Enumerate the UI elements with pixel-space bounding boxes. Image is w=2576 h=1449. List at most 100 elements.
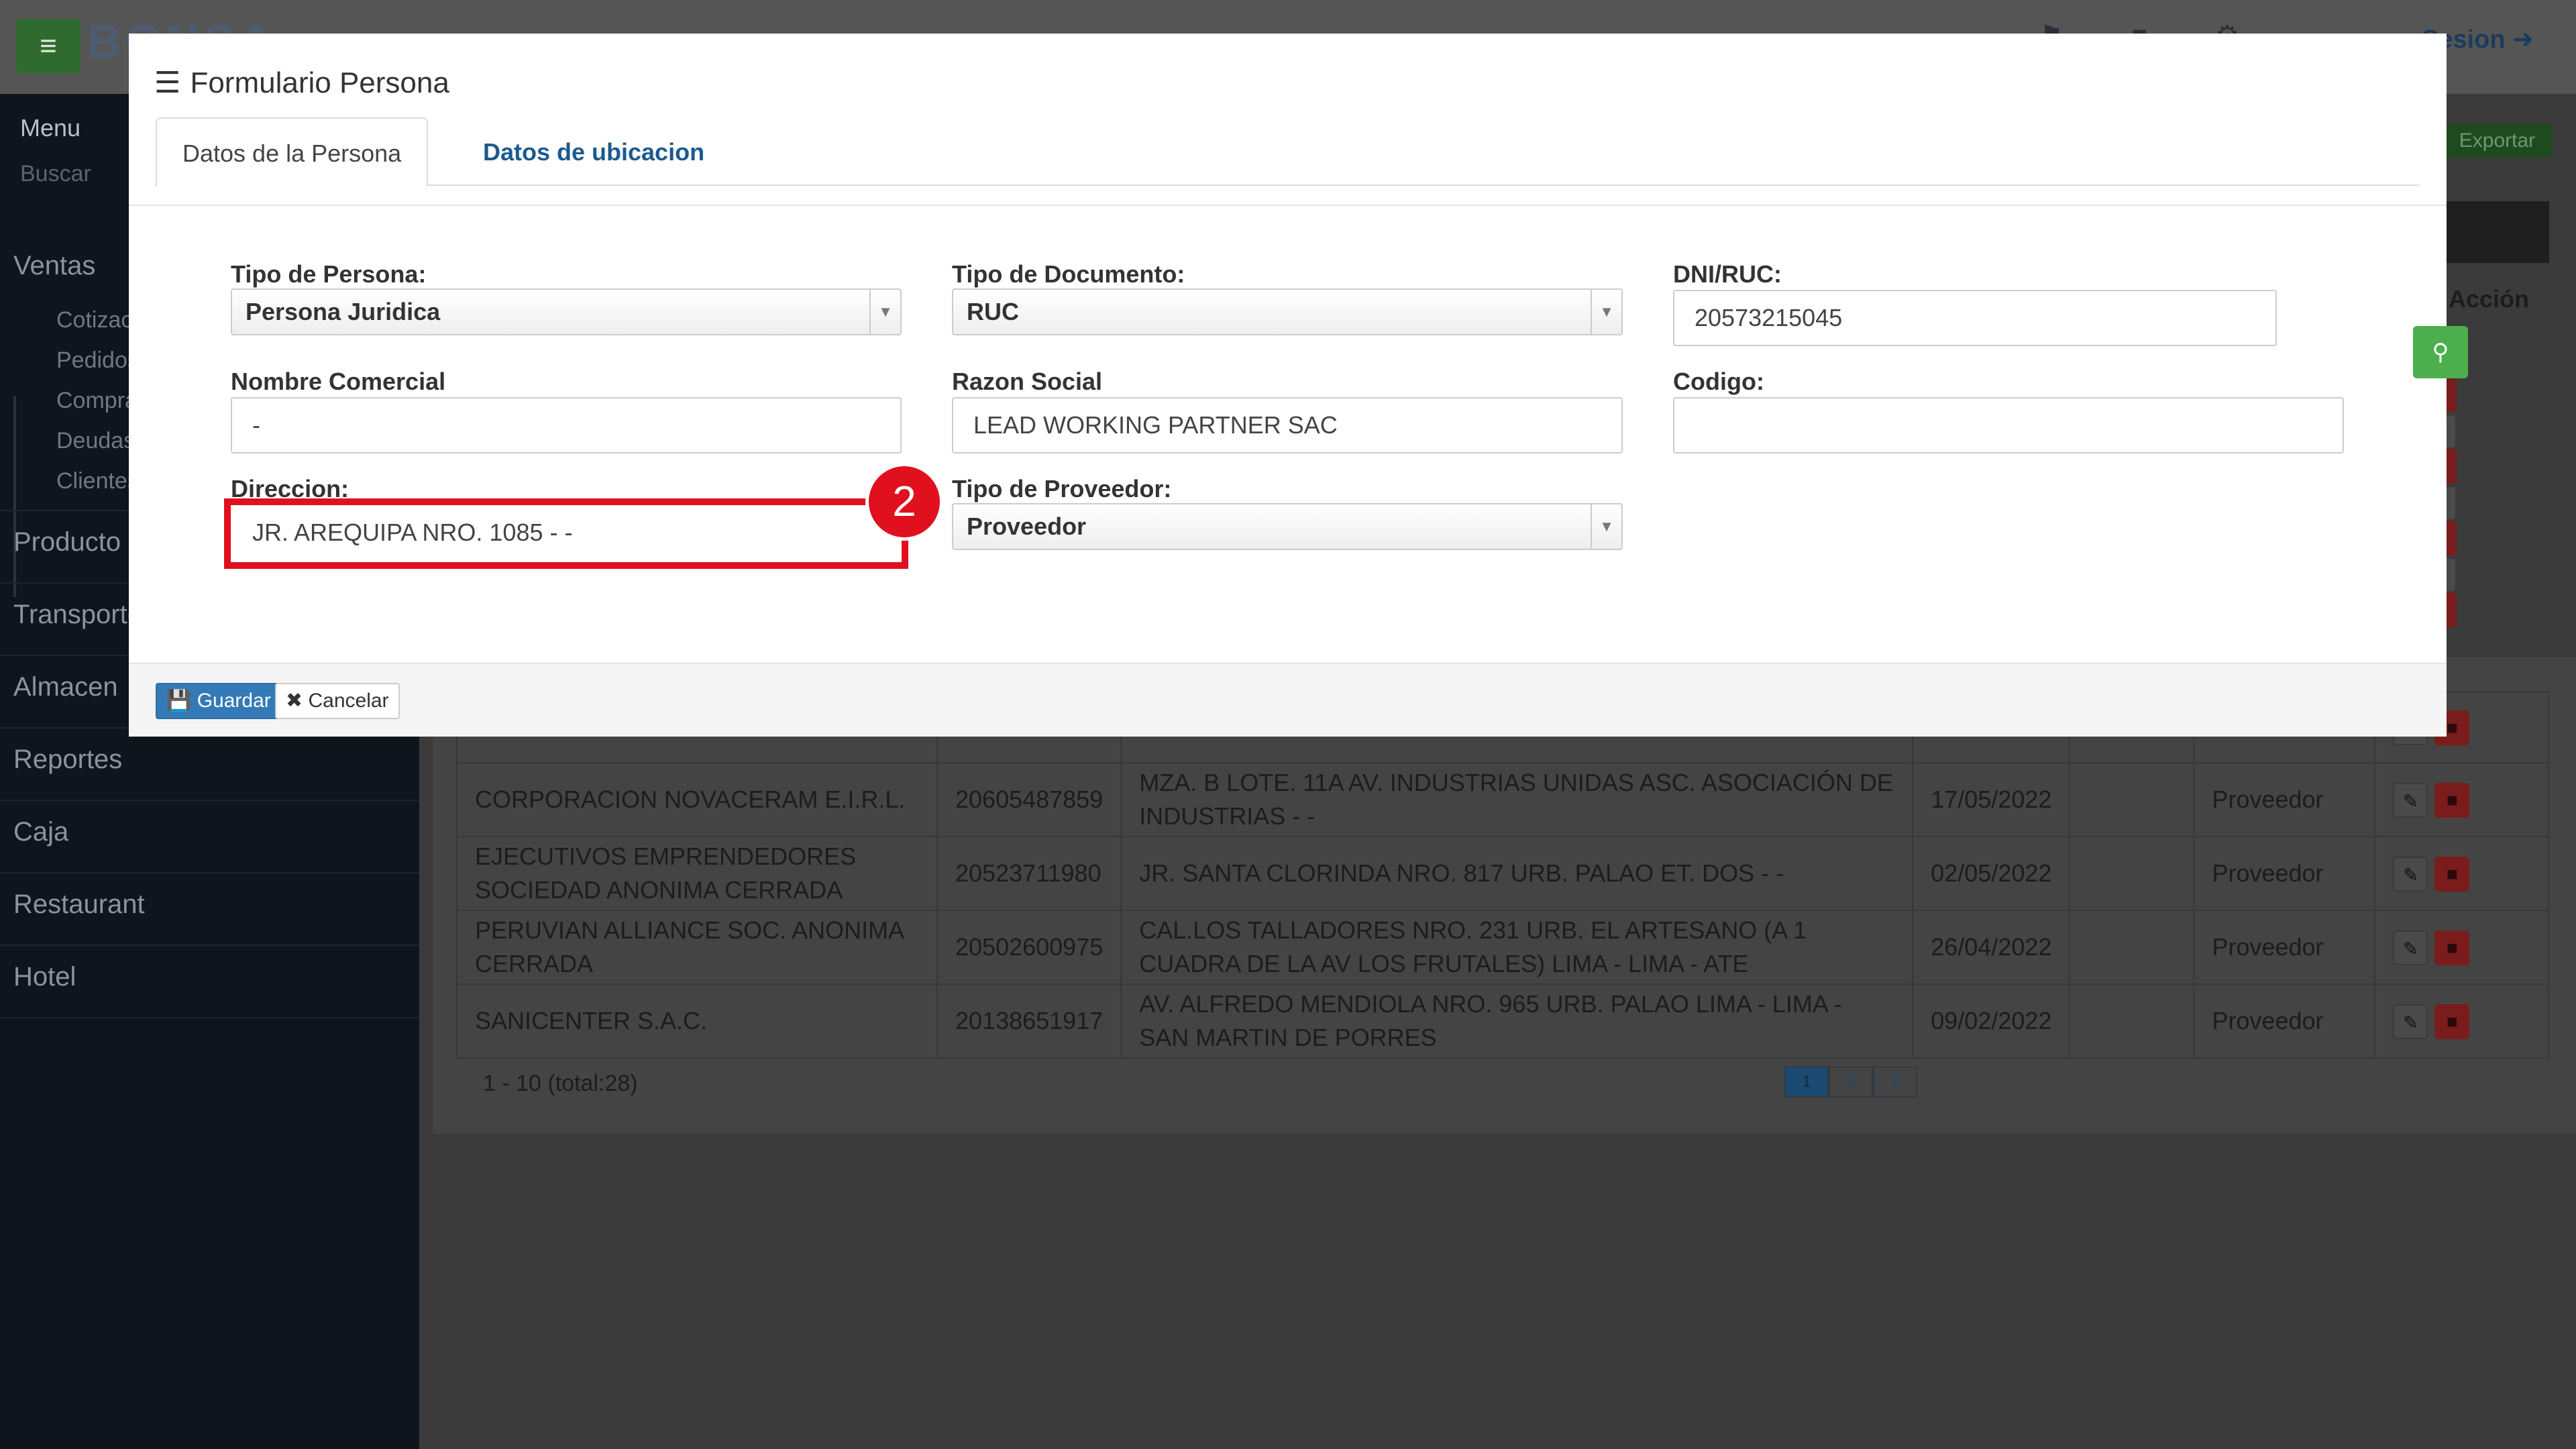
sidebar-item-hotel[interactable]: Hotel [13,962,76,992]
dni-ruc-input[interactable] [1673,290,2277,346]
cell-empty [2069,983,2195,1059]
chevron-down-icon: ▼ [1591,290,1621,334]
sidebar-subitem-deudas[interactable]: Deudas [56,428,135,454]
cell-empty [2069,910,2195,985]
sidebar-search-input[interactable]: Buscar [20,161,91,187]
tab-datos-persona[interactable]: Datos de la Persona [156,117,429,187]
cell-date: 17/05/2022 [1912,762,2071,837]
edit-icon[interactable]: ✎ [2393,856,2428,892]
sidebar-item-caja[interactable]: Caja [13,817,68,847]
edit-icon[interactable]: ✎ [2393,782,2428,818]
sidebar-item-restaurant[interactable]: Restaurant [13,890,145,920]
codigo-input[interactable] [1673,397,2344,453]
cell-type: Proveedor [2193,983,2376,1059]
hamburger-icon: ≡ [40,30,57,62]
nombre-comercial-label: Nombre Comercial [231,368,446,395]
action-column-header: Acción [2449,285,2530,313]
tipo-documento-value: RUC [967,298,1019,325]
sidebar-menu-title: Menu [20,114,81,142]
tab-datos-ubicacion[interactable]: Datos de ubicacion [458,117,730,187]
table-row: SANICENTER S.A.C. 20138651917 AV. ALFREDO … [456,983,2549,1059]
cell-address: CAL.LOS TALLADORES NRO. 231 URB. EL ARTE… [1120,910,1914,985]
pagination-info: 1 - 10 (total:28) [483,1071,638,1096]
sidebar-divider [0,945,419,946]
razon-social-input[interactable] [952,397,1623,453]
edit-icon[interactable]: ✎ [2393,930,2428,965]
sidebar-subitem-pedidos[interactable]: Pedidos [56,347,139,374]
chevron-down-icon: ▼ [869,290,900,334]
cancel-button[interactable]: ✖ Cancelar [275,683,400,719]
sidebar-item-reportes[interactable]: Reportes [13,745,122,775]
razon-social-label: Razon Social [952,368,1103,395]
providers-table: ESTHEFANIE10478445640- -23/05/2022Provee… [456,691,2549,1059]
cell-date: 09/02/2022 [1912,983,2071,1059]
table-row: CORPORACION NOVACERAM E.I.R.L. 2060548785… [456,762,2549,837]
close-icon: ✖ [286,690,303,712]
cell-empty [2069,762,2195,837]
dni-ruc-label: DNI/RUC: [1673,260,1782,288]
tipo-persona-select[interactable]: Persona Juridica ▼ [231,288,902,335]
sidebar-divider [0,1017,419,1018]
cell-address: MZA. B LOTE. 11A AV. INDUSTRIAS UNIDAS A… [1120,762,1914,837]
modal-footer [129,664,2447,737]
nombre-comercial-input[interactable] [231,397,902,453]
chevron-down-icon: ▼ [1591,504,1621,549]
export-label: Exportar [2459,129,2536,152]
modal-title: ☰ Formulario Persona [154,66,449,100]
table-row: EJECUTIVOS EMPRENDEDORES SOCIEDAD ANONIM… [456,836,2549,911]
tipo-documento-label: Tipo de Documento: [952,260,1185,288]
modal-title-text: Formulario Persona [190,66,449,99]
delete-icon[interactable]: ■ [2434,930,2470,965]
sidebar-divider [0,800,419,801]
page-button[interactable]: 2 [1829,1067,1873,1097]
cell-document: 20502600975 [936,910,1122,985]
cell-name: CORPORACION NOVACERAM E.I.R.L. [456,762,938,837]
cell-name: SANICENTER S.A.C. [456,983,938,1059]
tipo-persona-label: Tipo de Persona: [231,260,427,288]
cell-date: 26/04/2022 [1912,910,2071,985]
cell-document: 20605487859 [936,762,1122,837]
page-button[interactable]: 3 [1873,1067,1917,1097]
sidebar-item-transporte[interactable]: Transporte [13,600,142,630]
submenu-line [13,396,16,597]
tab-bar: Datos de la Persona Datos de ubicacion [156,117,2420,187]
codigo-label: Codigo: [1673,368,1764,395]
cancel-label: Cancelar [308,690,389,712]
cell-actions: ✎■ [2374,762,2549,837]
cell-document: 20138651917 [936,983,1122,1059]
sidebar-subitem-clientes[interactable]: Clientes [56,468,139,494]
cell-type: Proveedor [2193,910,2376,985]
cell-document: 20523711980 [936,836,1122,911]
sidebar-item-ventas[interactable]: Ventas [13,251,95,281]
tipo-proveedor-select[interactable]: Proveedor ▼ [952,503,1623,550]
sidebar-item-producto[interactable]: Producto [13,527,121,557]
delete-icon[interactable]: ■ [2434,856,2470,892]
cell-name: PERUVIAN ALLIANCE SOC. ANONIMA CERRADA [456,910,938,985]
page-button[interactable]: 1 [1784,1067,1829,1097]
tipo-documento-select[interactable]: RUC ▼ [952,288,1623,335]
delete-icon[interactable]: ■ [2434,1004,2470,1039]
sidebar-divider [0,872,419,873]
logout-icon: ➜ [2512,25,2534,54]
search-ruc-button[interactable]: ⚲ [2413,326,2468,378]
direccion-input[interactable] [231,504,902,561]
save-label: Guardar [197,690,271,712]
delete-icon[interactable]: ■ [2434,782,2470,818]
cell-actions: ✎■ [2374,836,2549,911]
search-icon: ⚲ [2432,339,2449,365]
divider [129,205,2447,206]
tipo-persona-value: Persona Juridica [246,298,441,325]
hamburger-menu-button[interactable]: ≡ [16,19,80,74]
cell-empty [2069,836,2195,911]
edit-icon[interactable]: ✎ [2393,1004,2428,1039]
cell-actions: ✎■ [2374,910,2549,985]
annotation-step-badge: 2 [865,463,943,541]
table-header-band [2442,201,2549,263]
cell-name: EJECUTIVOS EMPRENDEDORES SOCIEDAD ANONIM… [456,836,938,911]
save-button[interactable]: 💾 Guardar [156,683,282,719]
export-button[interactable]: Exportar [2442,124,2553,158]
cell-address: JR. SANTA CLORINDA NRO. 817 URB. PALAO E… [1120,836,1914,911]
cell-date: 02/05/2022 [1912,836,2071,911]
cell-type: Proveedor [2193,836,2376,911]
sidebar-item-almacen[interactable]: Almacen [13,672,118,702]
